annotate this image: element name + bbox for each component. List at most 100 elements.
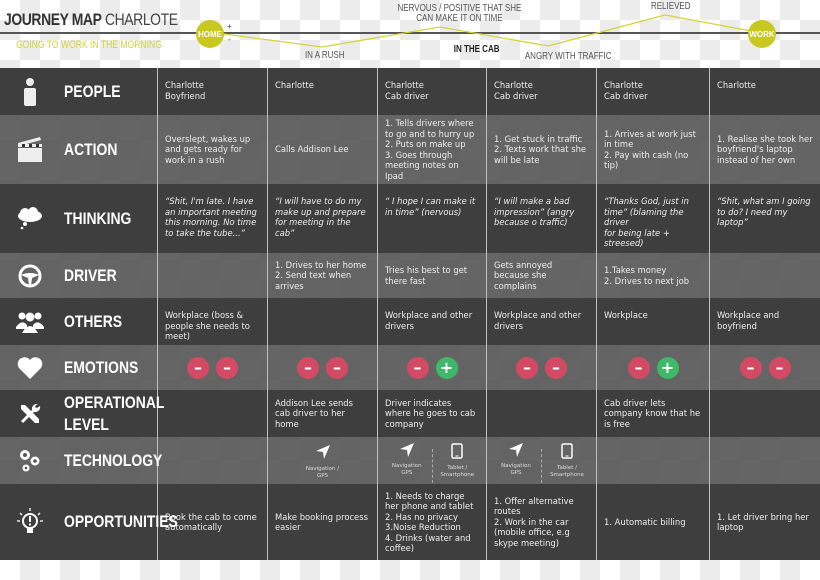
tech-item: Navigation GPS bbox=[385, 442, 429, 478]
cell: Addison Lee sends cab driver to her home bbox=[268, 390, 378, 437]
mood-label-in-the-cab: IN THE CAB bbox=[453, 44, 500, 55]
tech-item: Tablet / Smartphone bbox=[545, 442, 589, 480]
cell-text: Workplace and other drivers bbox=[385, 310, 473, 331]
row-label-cell: DRIVER bbox=[0, 253, 158, 298]
row-label: ACTION bbox=[64, 139, 118, 159]
cell: – – bbox=[158, 345, 268, 390]
cell: – – bbox=[710, 345, 820, 390]
cell: 1. Tells drivers where to go and to hurr… bbox=[378, 115, 487, 184]
gears-icon bbox=[16, 447, 44, 475]
row-label: EMOTIONS bbox=[64, 357, 139, 377]
negative-emotion-icon: – bbox=[326, 356, 348, 379]
mood-label-angry: ANGRY WITH TRAFFIC bbox=[524, 51, 612, 62]
row-emotions: EMOTIONS – – – – – + – – – + – – bbox=[0, 345, 820, 390]
row-label-cell: EMOTIONS bbox=[0, 345, 158, 390]
negative-emotion-icon: – bbox=[216, 356, 238, 379]
row-label: OTHERS bbox=[64, 311, 123, 331]
cell: Cab driver lets company know that he is … bbox=[597, 390, 710, 437]
cell: 1. Arrives at work just in time 2. Pay w… bbox=[597, 115, 710, 184]
row-thinking: THINKING “Shit, I'm late. I have an impor… bbox=[0, 184, 820, 253]
cell-text: “I will make a bad impression” (angry be… bbox=[494, 196, 575, 227]
cell: Make booking process easier bbox=[268, 484, 378, 560]
cell: Charlotte Cab driver bbox=[597, 68, 710, 115]
tablet-icon bbox=[451, 442, 463, 462]
cell: Charlotte Boyfriend bbox=[158, 68, 268, 115]
negative-emotion-icon: – bbox=[627, 356, 650, 379]
row-label: DRIVER bbox=[64, 265, 117, 285]
cell-text: 1. Arrives at work just in time 2. Pay w… bbox=[604, 128, 696, 171]
tech-group: Navigation GPS Tablet / Smartphone bbox=[385, 439, 479, 483]
cell-text: Charlotte bbox=[275, 80, 314, 90]
minus-marker: - bbox=[228, 35, 231, 44]
cell: Workplace and other drivers bbox=[487, 298, 597, 345]
negative-emotion-icon: – bbox=[297, 356, 319, 379]
cell-text: 1. Tells drivers where to go and to hurr… bbox=[385, 118, 475, 181]
emotion-group: – – bbox=[717, 356, 813, 379]
cell-text: 1. Get stuck in traffic 2. Texts work th… bbox=[494, 133, 587, 165]
cell: 1. Offer alternative routes 2. Work in t… bbox=[487, 484, 597, 560]
cell bbox=[158, 390, 268, 437]
tools-icon bbox=[16, 400, 44, 428]
cell-text: 1. Let driver bring her laptop bbox=[717, 511, 809, 533]
tech-label: Tablet / Smartphone bbox=[440, 465, 475, 478]
cell-text: 1. Offer alternative routes 2. Work in t… bbox=[494, 495, 574, 548]
cell bbox=[710, 437, 820, 484]
tech-label: Navigation GPS bbox=[501, 463, 531, 476]
cell-text: Tries his best to get there fast bbox=[385, 265, 468, 286]
tech-item: Navigation GPS bbox=[494, 442, 538, 478]
cell: Navigation GPS Tablet / Smartphone bbox=[487, 437, 597, 484]
journey-header: JOURNEY MAP CHARLOTE GOING TO WORK IN TH… bbox=[0, 0, 820, 68]
row-label-cell: THINKING bbox=[0, 184, 158, 253]
cell: Charlotte bbox=[710, 68, 820, 115]
cell-text: Charlotte Boyfriend bbox=[165, 80, 206, 101]
negative-emotion-icon: – bbox=[187, 356, 209, 379]
row-label: THINKING bbox=[64, 208, 132, 228]
row-others: OTHERS Workplace (boss & people she needs… bbox=[0, 298, 820, 345]
cell: “Thanks God, just in time” (blaming the … bbox=[597, 184, 710, 253]
cell: Overslept, wakes up and gets ready for w… bbox=[158, 115, 268, 184]
cell-text: “Thanks God, just in time” (blaming the … bbox=[604, 196, 689, 248]
row-label: OPPORTUNITIES bbox=[64, 512, 178, 531]
tech-item: Navigation / GPS bbox=[300, 445, 346, 480]
cell: Workplace (boss & people she needs to me… bbox=[158, 298, 268, 345]
cell bbox=[158, 437, 268, 484]
cell-text: Addison Lee sends cab driver to her home bbox=[275, 397, 353, 429]
row-label: OPERATIONAL LEVEL bbox=[64, 392, 165, 434]
row-technology: TECHNOLOGY Navigation / GPS Navigation GPS… bbox=[0, 437, 820, 484]
negative-emotion-icon: – bbox=[516, 356, 538, 379]
cell-text: Driver indicates where he goes to cab co… bbox=[385, 397, 476, 429]
row-operational-level: OPERATIONAL LEVEL Addison Lee sends cab d… bbox=[0, 390, 820, 437]
negative-emotion-icon: – bbox=[545, 356, 567, 379]
cell-text: Charlotte Cab driver bbox=[385, 80, 429, 101]
cell-text: 1. Drives to her home 2. Send text when … bbox=[275, 259, 367, 291]
row-action: ACTION Overslept, wakes up and gets ready… bbox=[0, 115, 820, 184]
cell-text: Charlotte bbox=[717, 80, 756, 90]
negative-emotion-icon: – bbox=[768, 356, 791, 379]
positive-emotion-icon: + bbox=[435, 356, 458, 379]
row-label: TECHNOLOGY bbox=[64, 450, 163, 470]
cell bbox=[710, 390, 820, 437]
cell: “I will make a bad impression” (angry be… bbox=[487, 184, 597, 253]
cell-text: 1. Needs to charge her phone and tablet … bbox=[385, 490, 474, 554]
cell: Tries his best to get there fast bbox=[378, 253, 487, 298]
cell-text: “I will have to do my make up and prepar… bbox=[275, 196, 366, 238]
row-label-cell: TECHNOLOGY bbox=[0, 437, 162, 484]
tech-group bbox=[717, 459, 813, 463]
home-node: HOME bbox=[196, 20, 224, 48]
emotion-group: – – bbox=[275, 356, 370, 379]
navigation-icon bbox=[509, 442, 523, 460]
emotion-group: – + bbox=[604, 356, 702, 379]
cell: Charlotte bbox=[268, 68, 378, 115]
cell-text: “ I hope I can make it in time” (nervous… bbox=[385, 196, 476, 217]
cell: – + bbox=[378, 345, 487, 390]
row-label-cell: OPERATIONAL LEVEL bbox=[0, 390, 164, 437]
cell: Charlotte Cab driver bbox=[378, 68, 487, 115]
cell: “ I hope I can make it in time” (nervous… bbox=[378, 184, 487, 253]
plus-marker: + bbox=[227, 22, 232, 31]
cell-text: Workplace and boyfriend bbox=[717, 310, 780, 331]
emotion-group: – + bbox=[385, 356, 479, 379]
cell-text: Charlotte Cab driver bbox=[604, 80, 648, 101]
navigation-icon bbox=[315, 445, 330, 462]
row-label: PEOPLE bbox=[64, 81, 121, 101]
tech-label: Navigation / GPS bbox=[305, 465, 340, 479]
